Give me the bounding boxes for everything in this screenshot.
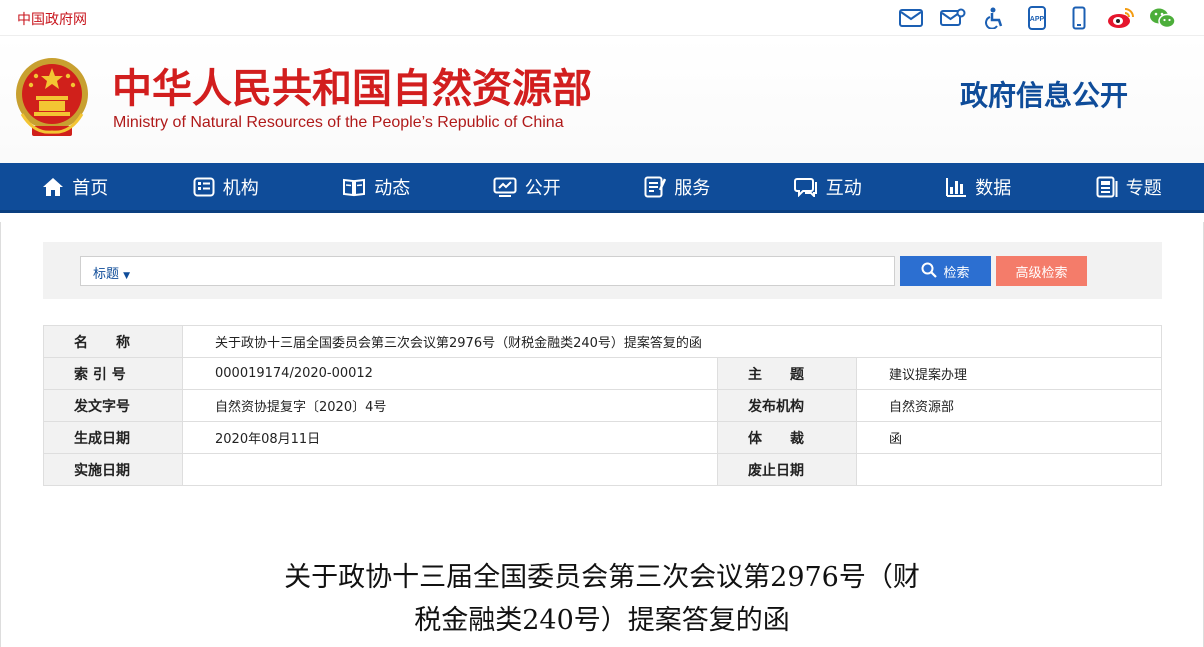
gov-portal-link[interactable]: 中国政府网 [17,9,87,29]
nav-label: 专题 [1125,177,1162,199]
meta-value-date: 2020年08月11日 [182,421,718,454]
nav-label: 数据 [975,177,1012,199]
nav-item-interact[interactable]: 互动 [753,163,904,210]
top-bar: 中国政府网 APP [0,0,1204,36]
national-emblem-logo[interactable] [14,54,90,140]
meta-label-name: 名 称 [43,325,183,358]
meta-label-docno: 发文字号 [43,389,183,422]
nav-label: 互动 [825,177,862,199]
data-icon [945,177,967,197]
meta-value-effective [182,453,718,486]
nav-label: 机构 [222,177,259,199]
search-button[interactable]: 检索 [900,256,991,286]
nav-label: 公开 [524,177,561,199]
email-gear-icon[interactable] [932,5,974,31]
open-icon [493,177,517,197]
table-row: 生成日期 2020年08月11日 体 裁 函 [43,421,1162,454]
nav-label: 动态 [374,177,411,199]
meta-value-name: 关于政协十三届全国委员会第三次会议第2976号（财税金融类240号）提案答复的函 [182,325,1162,358]
table-row: 名 称 关于政协十三届全国委员会第三次会议第2976号（财税金融类240号）提案… [43,325,1162,358]
meta-value-genre: 函 [856,421,1162,454]
chevron-down-icon: ▼ [123,271,131,281]
table-row: 发文字号 自然资协提复字〔2020〕4号 发布机构 自然资源部 [43,389,1162,422]
meta-value-subject: 建议提案办理 [856,357,1162,390]
meta-label-effective: 实施日期 [43,453,183,486]
document-title-line2: 税金融类240号）提案答复的函 [414,605,790,636]
accessibility-icon[interactable] [974,5,1016,31]
ministry-title-cn: 中华人民共和国自然资源部 [112,66,592,112]
nav-item-service[interactable]: 服务 [602,163,753,210]
mail-icon[interactable] [890,5,932,31]
meta-label-date: 生成日期 [43,421,183,454]
nav-label: 服务 [674,177,711,199]
nav-label: 首页 [72,177,109,199]
ministry-title-en: Ministry of Natural Resources of the Peo… [113,114,564,131]
meta-value-docno: 自然资协提复字〔2020〕4号 [182,389,718,422]
doc-metadata-table: 名 称 关于政协十三届全国委员会第三次会议第2976号（财税金融类240号）提案… [43,325,1162,486]
search-button-label: 检索 [943,264,970,280]
top-icons: APP [890,5,1184,31]
search-type-select[interactable]: 标题 ▼ [93,263,130,282]
site-header: 中华人民共和国自然资源部 Ministry of Natural Resourc… [0,36,1204,163]
table-row: 索 引 号 000019174/2020-00012 主 题 建议提案办理 [43,357,1162,390]
table-row: 实施日期 废止日期 [43,453,1162,486]
service-icon [644,176,667,198]
meta-label-expire: 废止日期 [717,453,857,486]
meta-label-subject: 主 题 [717,357,857,390]
nav-item-home[interactable]: 首页 [0,163,151,210]
meta-value-index: 000019174/2020-00012 [182,357,718,390]
meta-label-index: 索 引 号 [43,357,183,390]
nav-item-topic[interactable]: 专题 [1054,163,1204,210]
section-title: 政府信息公开 [960,79,1129,112]
chat-icon [793,177,818,197]
search-input[interactable] [147,258,887,284]
weibo-icon[interactable] [1100,5,1142,31]
main-nav: 首页 机构 动态 公开 服务 互动 数据 专题 [0,163,1204,213]
nav-item-news[interactable]: 动态 [301,163,452,210]
advanced-search-button[interactable]: 高级检索 [996,256,1087,286]
nav-item-org[interactable]: 机构 [151,163,302,210]
svg-text:APP: APP [1030,16,1045,23]
mobile-icon[interactable] [1058,5,1100,31]
meta-label-genre: 体 裁 [717,421,857,454]
search-field: 标题 ▼ [80,256,895,286]
meta-label-issuer: 发布机构 [717,389,857,422]
document-title-line1: 关于政协十三届全国委员会第三次会议第2976号（财 [284,562,920,593]
app-icon[interactable]: APP [1016,5,1058,31]
org-icon [193,177,215,197]
document-title: 关于政协十三届全国委员会第三次会议第2976号（财 税金融类240号）提案答复的… [200,556,1004,642]
meta-value-issuer: 自然资源部 [856,389,1162,422]
search-icon [921,262,938,281]
news-icon [342,177,366,197]
topic-icon [1096,176,1118,198]
nav-item-data[interactable]: 数据 [903,163,1054,210]
wechat-icon[interactable] [1142,5,1184,31]
nav-item-open[interactable]: 公开 [452,163,603,210]
home-icon [42,177,64,197]
meta-value-expire [856,453,1162,486]
